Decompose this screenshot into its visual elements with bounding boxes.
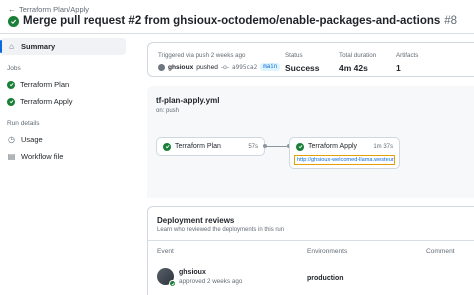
sidebar-item-label: Terraform Apply	[20, 97, 73, 106]
artifacts-value[interactable]: 1	[396, 63, 418, 73]
sidebar-item-label: Workflow file	[21, 152, 64, 161]
duration-label: Total duration	[339, 52, 377, 59]
run-number: #8	[444, 15, 458, 27]
commit-icon: -o-	[220, 63, 229, 71]
job-duration: 1m 37s	[373, 143, 393, 150]
jobs-heading: Jobs	[7, 65, 21, 72]
approved-check-icon	[169, 280, 176, 287]
column-header-event: Event	[157, 248, 174, 255]
sidebar-item-label: Terraform Plan	[20, 80, 70, 89]
column-header-environments: Environments	[307, 248, 348, 255]
status-label: Status	[285, 52, 303, 59]
sidebar-item-summary[interactable]: ⌂ Summary	[0, 38, 126, 55]
job-name: Terraform Apply	[308, 143, 358, 150]
workflow-graph: tf-plan-apply.yml on: push Terraform Pla…	[147, 86, 474, 198]
trigger-details: ghsioux pushed -o- a995ca2 main	[158, 63, 281, 71]
success-check-icon	[7, 80, 15, 89]
sidebar-item-usage[interactable]: ◷ Usage	[0, 131, 138, 148]
job-name: Terraform Plan	[175, 143, 221, 150]
divider	[148, 240, 474, 241]
success-check-icon	[296, 142, 304, 151]
artifacts-column: Artifacts 1	[396, 52, 418, 73]
review-environment: production	[307, 275, 344, 282]
arrow-left-icon: ←	[8, 5, 16, 14]
back-link[interactable]: ← Terraform Plan/Apply	[8, 5, 89, 14]
column-header-comment: Comment	[426, 248, 455, 255]
avatar[interactable]	[157, 268, 176, 287]
header-divider	[0, 33, 474, 34]
environment-url-link[interactable]: http://ghsioux-welcomed-llama.westeur...	[294, 155, 395, 165]
avatar	[158, 63, 165, 71]
success-check-icon	[8, 15, 19, 27]
status-value: Success	[285, 63, 320, 73]
sidebar-item-terraform-plan[interactable]: Terraform Plan	[0, 76, 138, 93]
job-connector	[265, 146, 289, 147]
review-row: ghsioux approved 2 weeks ago	[157, 268, 243, 287]
reviews-subtitle: Learn who reviewed the deployments in th…	[157, 227, 285, 233]
status-column: Status Success	[285, 52, 320, 73]
job-duration: 57s	[248, 143, 258, 150]
run-details-heading: Run details	[7, 120, 40, 127]
run-summary-card: Triggered via push 2 weeks ago ghsioux p…	[147, 42, 474, 77]
trigger-text: Triggered via push 2 weeks ago	[158, 52, 246, 59]
commit-sha[interactable]: a995ca2	[232, 64, 257, 71]
file-icon: ▤	[7, 152, 16, 161]
sidebar-item-label: Usage	[21, 135, 43, 144]
job-terraform-plan[interactable]: Terraform Plan 57s	[156, 137, 265, 156]
duration-column: Total duration 4m 42s	[339, 52, 376, 73]
reviews-title: Deployment reviews	[157, 216, 235, 225]
branch-label[interactable]: main	[260, 63, 281, 71]
sidebar: ⌂ Summary Jobs Terraform Plan Terraform …	[0, 38, 138, 165]
reviewer-name[interactable]: ghsioux	[179, 269, 242, 276]
connector-dot	[263, 144, 267, 148]
action-text: pushed	[196, 63, 218, 71]
run-title: Merge pull request #2 from ghsioux-octod…	[23, 15, 441, 27]
success-check-icon	[163, 142, 171, 151]
workflow-trigger: on: push	[156, 108, 180, 114]
home-icon: ⌂	[9, 42, 14, 51]
page-title: Merge pull request #2 from ghsioux-octod…	[8, 15, 457, 27]
job-terraform-apply[interactable]: Terraform Apply 1m 37s http://ghsioux-we…	[289, 137, 400, 169]
actor-link[interactable]: ghsioux	[168, 64, 193, 71]
duration-value: 4m 42s	[339, 63, 368, 73]
sidebar-item-workflow-file[interactable]: ▤ Workflow file	[0, 148, 138, 165]
sidebar-item-terraform-apply[interactable]: Terraform Apply	[0, 93, 138, 110]
workflow-file-name: tf-plan-apply.yml	[156, 96, 220, 105]
review-event: approved 2 weeks ago	[179, 277, 243, 285]
deployment-reviews-card: Deployment reviews Learn who reviewed th…	[147, 206, 474, 295]
artifacts-label: Artifacts	[396, 52, 419, 59]
clock-icon: ◷	[8, 135, 15, 144]
success-check-icon	[7, 97, 15, 106]
sidebar-item-label: Summary	[21, 42, 56, 51]
workflow-name: Terraform Plan/Apply	[19, 5, 90, 14]
